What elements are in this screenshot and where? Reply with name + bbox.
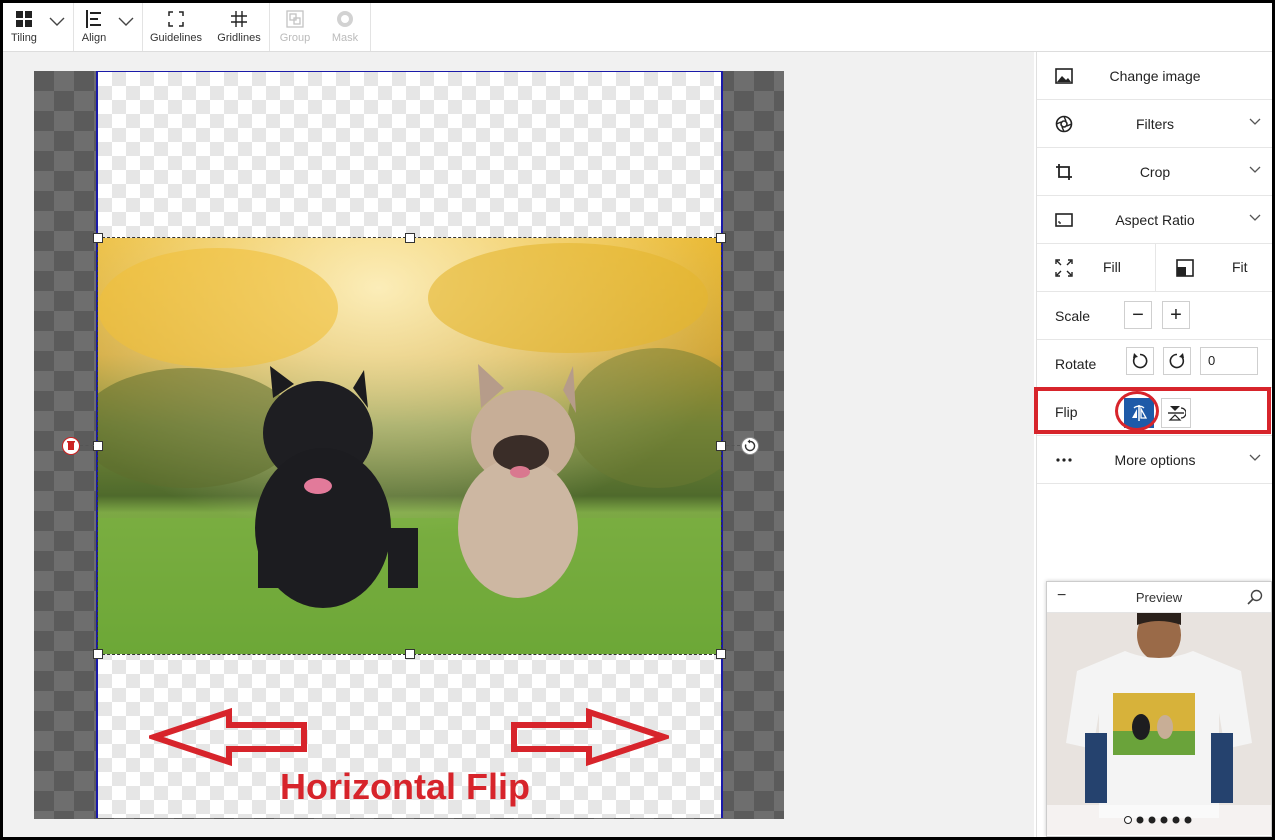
group-button[interactable]: Group	[270, 3, 320, 51]
chevron-down-icon	[1249, 166, 1261, 173]
rotate-row: Rotate 0	[1037, 340, 1272, 388]
fill-fit-row: Fill Fit	[1037, 244, 1272, 292]
delete-connector	[80, 445, 94, 446]
scale-decrease-button[interactable]: −	[1124, 301, 1152, 329]
fit-button[interactable]: Fit	[1156, 244, 1272, 291]
more-options-row[interactable]: More options	[1037, 435, 1272, 484]
rotate-angle-input[interactable]: 0	[1200, 347, 1258, 375]
fill-label: Fill	[1103, 259, 1121, 275]
left-arrow-annotation	[149, 707, 307, 767]
align-dropdown[interactable]	[114, 3, 142, 51]
rotate-right-button[interactable]	[1163, 347, 1191, 375]
gridlines-icon	[231, 9, 247, 29]
flip-row-highlight	[1034, 387, 1271, 434]
resize-handle-right[interactable]	[716, 441, 726, 451]
horizontal-flip-annotation: Horizontal Flip	[280, 766, 530, 807]
right-arrow-annotation	[511, 707, 669, 767]
aspect-ratio-label: Aspect Ratio	[1115, 211, 1195, 228]
delete-icon[interactable]	[62, 437, 80, 455]
tshirt-preview-image[interactable]	[1047, 609, 1271, 835]
align-icon	[86, 9, 102, 29]
filters-label: Filters	[1135, 115, 1175, 132]
tiling-icon	[16, 9, 32, 29]
resize-handle-br[interactable]	[716, 649, 726, 659]
guidelines-label: Guidelines	[150, 32, 202, 44]
rotate-left-icon	[1132, 353, 1148, 369]
chevron-down-icon	[118, 17, 134, 26]
aspect-ratio-row[interactable]: Aspect Ratio	[1037, 196, 1272, 244]
chevron-down-icon	[1249, 214, 1261, 221]
resize-handle-tr[interactable]	[716, 233, 726, 243]
resize-handle-bl[interactable]	[93, 649, 103, 659]
rotate-connector	[726, 445, 740, 446]
dogs-photo	[98, 238, 721, 654]
toolbar-divider	[370, 3, 371, 51]
app-frame: Tiling Align Guidelines Gridlines Group …	[0, 0, 1275, 840]
rotate-handle-icon[interactable]	[741, 437, 759, 455]
fit-label: Fit	[1232, 259, 1248, 275]
scale-increase-button[interactable]: +	[1162, 301, 1190, 329]
chevron-down-icon	[1249, 118, 1261, 125]
crop-label: Crop	[1139, 163, 1171, 180]
zoom-icon[interactable]	[1247, 589, 1263, 605]
resize-handle-tl[interactable]	[93, 233, 103, 243]
fill-icon	[1055, 259, 1073, 277]
group-label: Group	[279, 32, 311, 44]
guidelines-icon	[168, 9, 184, 29]
guidelines-button[interactable]: Guidelines	[143, 3, 209, 51]
rotate-left-button[interactable]	[1126, 347, 1154, 375]
more-options-label: More options	[1114, 451, 1196, 468]
scale-label: Scale	[1055, 307, 1091, 324]
fill-button[interactable]: Fill	[1037, 244, 1156, 291]
mask-label: Mask	[331, 32, 359, 44]
group-icon	[286, 9, 304, 29]
resize-handle-left[interactable]	[93, 441, 103, 451]
top-toolbar: Tiling Align Guidelines Gridlines Group …	[3, 3, 1272, 52]
change-image-label: Change image	[1109, 67, 1201, 84]
mask-icon	[336, 9, 354, 29]
align-button[interactable]: Align	[74, 3, 114, 51]
flip-row: Flip	[1034, 387, 1272, 435]
rotate-right-icon	[1169, 353, 1185, 369]
plus-icon: +	[1170, 303, 1182, 326]
gridlines-label: Gridlines	[217, 32, 261, 44]
resize-handle-top[interactable]	[405, 233, 415, 243]
preview-header: − Preview	[1047, 582, 1271, 613]
resize-handle-bottom[interactable]	[405, 649, 415, 659]
preview-title: Preview	[1135, 590, 1183, 605]
minus-icon: −	[1132, 303, 1144, 326]
scale-row: Scale − +	[1037, 292, 1272, 340]
change-image-row[interactable]: Change image	[1037, 52, 1272, 100]
fit-icon	[1176, 259, 1194, 277]
tiling-label: Tiling	[11, 32, 37, 44]
crop-row[interactable]: Crop	[1037, 148, 1272, 196]
selected-image[interactable]	[97, 237, 722, 655]
tiling-button[interactable]: Tiling	[3, 3, 45, 51]
filters-row[interactable]: Filters	[1037, 100, 1272, 148]
preview-panel: − Preview	[1046, 581, 1272, 837]
align-label: Align	[81, 32, 107, 44]
design-workspace: Horizontal Flip	[3, 52, 1034, 837]
rotate-label: Rotate	[1055, 355, 1097, 372]
bleed-area	[34, 71, 784, 819]
gridlines-button[interactable]: Gridlines	[209, 3, 269, 51]
tiling-dropdown[interactable]	[45, 3, 73, 51]
chevron-down-icon	[1249, 454, 1261, 461]
chevron-down-icon	[49, 17, 65, 26]
mask-button[interactable]: Mask	[320, 3, 370, 51]
